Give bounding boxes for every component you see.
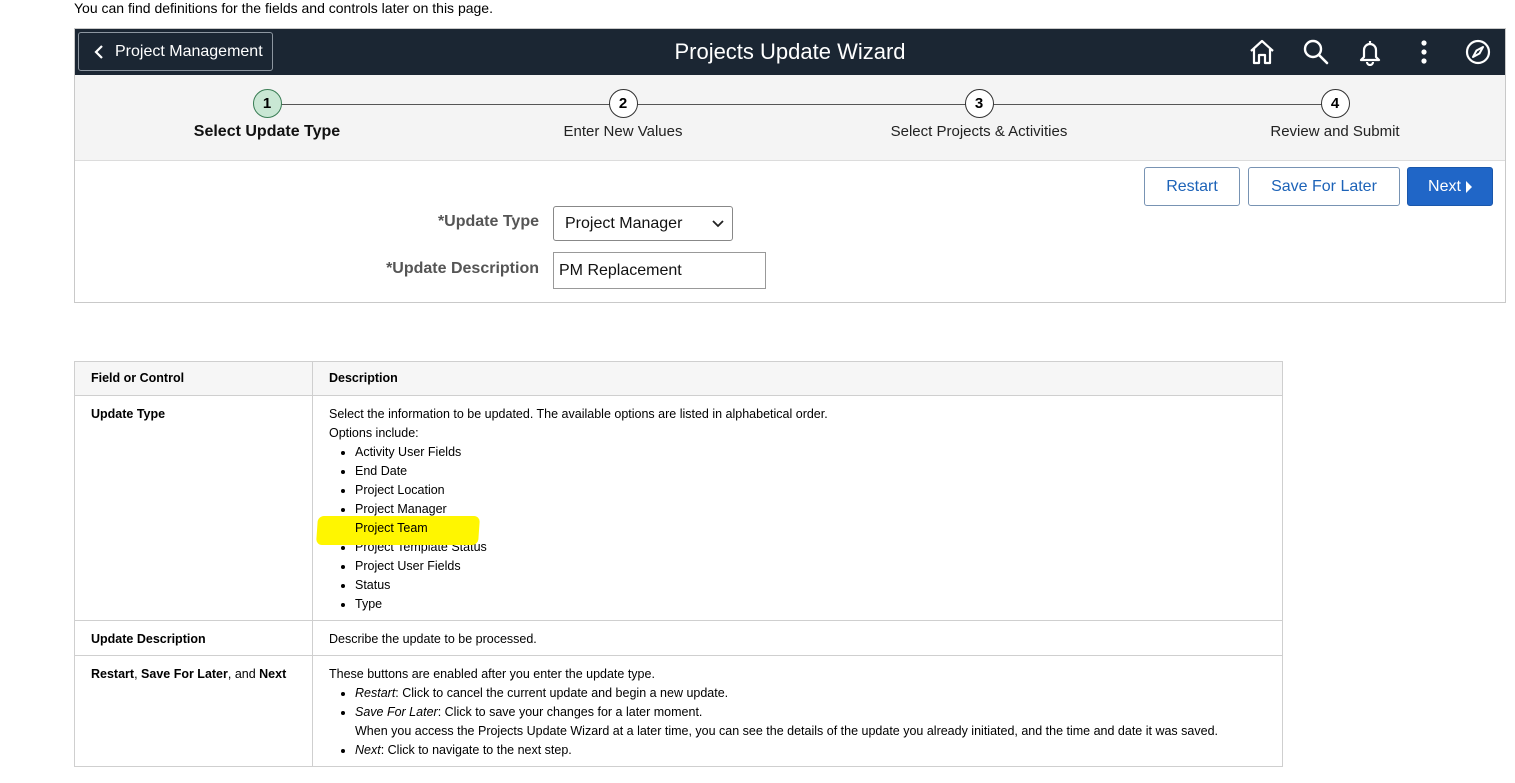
- description-text: These buttons are enabled after you ente…: [329, 667, 655, 681]
- term: Save For Later: [355, 705, 438, 719]
- step-label: Enter New Values: [563, 123, 683, 140]
- wizard-page: Project Management Projects Update Wizar…: [74, 28, 1506, 303]
- update-type-label: *Update Type: [437, 213, 539, 230]
- options-list: Activity User Fields End Date Project Lo…: [329, 443, 1266, 614]
- list-item: Restart: Click to cancel the current upd…: [355, 684, 1266, 703]
- list-item: Activity User Fields: [355, 443, 1266, 462]
- update-description-value: PM Replacement: [559, 261, 682, 279]
- update-description-input[interactable]: PM Replacement: [553, 252, 766, 289]
- field-name-restart: Restart: [91, 667, 135, 681]
- step-enter-new-values[interactable]: 2 Enter New Values: [473, 75, 773, 140]
- list-item: Project Manager: [355, 500, 1266, 519]
- description-text: Options include:: [329, 426, 419, 440]
- list-item: End Date: [355, 462, 1266, 481]
- field-name: Update Description: [74, 620, 313, 656]
- column-header-field: Field or Control: [74, 361, 313, 396]
- table-row: Update Type Select the information to be…: [74, 395, 1283, 621]
- description-text: Select the information to be updated. Th…: [329, 407, 828, 421]
- page-banner: Project Management Projects Update Wizar…: [75, 29, 1505, 75]
- separator: , and: [227, 667, 260, 681]
- field-description: Select the information to be updated. Th…: [312, 395, 1283, 621]
- definitions-table: Field or Control Description Update Type…: [74, 361, 1283, 767]
- field-description: These buttons are enabled after you ente…: [312, 655, 1283, 767]
- list-item: Save For Later: Click to save your chang…: [355, 703, 1266, 741]
- update-type-select[interactable]: Project Manager: [553, 206, 733, 241]
- list-item: Project Template Status: [355, 538, 1266, 557]
- chevron-down-icon: [712, 220, 724, 228]
- step-label: Review and Submit: [1270, 123, 1400, 140]
- step-number: 3: [964, 89, 994, 118]
- term-note: When you access the Projects Update Wiza…: [355, 724, 1218, 738]
- field-name: Restart, Save For Later, and Next: [74, 655, 313, 767]
- step-connector-line: [267, 104, 1335, 105]
- notification-bell-icon[interactable]: [1356, 38, 1384, 66]
- term: Next: [355, 743, 381, 757]
- step-number: 1: [252, 89, 282, 118]
- table-header-row: Field or Control Description: [74, 361, 1283, 396]
- list-item: Project Location: [355, 481, 1266, 500]
- step-label: Select Update Type: [193, 123, 341, 140]
- list-item: Next: Click to navigate to the next step…: [355, 741, 1266, 760]
- list-item-highlighted: Project Team: [355, 519, 1266, 538]
- step-number: 4: [1320, 89, 1350, 118]
- list-item: Type: [355, 595, 1266, 614]
- step-label: Select Projects & Activities: [890, 123, 1068, 140]
- update-type-value: Project Manager: [565, 214, 683, 232]
- caret-right-icon: [1465, 180, 1472, 193]
- navbar-compass-icon[interactable]: [1464, 38, 1492, 66]
- step-review-and-submit[interactable]: 4 Review and Submit: [1185, 75, 1485, 140]
- term-desc: : Click to navigate to the next step.: [380, 743, 572, 757]
- separator: ,: [134, 667, 142, 681]
- term-desc: : Click to cancel the current update and…: [395, 686, 729, 700]
- list-item: Project User Fields: [355, 557, 1266, 576]
- home-icon[interactable]: [1248, 38, 1276, 66]
- table-row: Update Description Describe the update t…: [74, 620, 1283, 656]
- table-row: Restart, Save For Later, and Next These …: [74, 655, 1283, 767]
- step-number: 2: [608, 89, 638, 118]
- step-select-update-type[interactable]: 1 Select Update Type: [117, 75, 417, 141]
- field-name: Update Type: [74, 395, 313, 621]
- save-for-later-button[interactable]: Save For Later: [1248, 167, 1400, 206]
- search-icon[interactable]: [1302, 38, 1330, 66]
- step-select-projects-activities[interactable]: 3 Select Projects & Activities: [829, 75, 1129, 140]
- next-button[interactable]: Next: [1407, 167, 1493, 206]
- restart-button[interactable]: Restart: [1144, 167, 1240, 206]
- term: Restart: [355, 686, 396, 700]
- highlight-marker: Project Team: [355, 521, 428, 535]
- actions-menu-icon[interactable]: [1410, 38, 1438, 66]
- update-description-label: *Update Description: [386, 260, 539, 277]
- field-description: Describe the update to be processed.: [312, 620, 1283, 656]
- banner-toolbar: [1235, 29, 1505, 75]
- term-desc: : Click to save your changes for a later…: [437, 705, 703, 719]
- field-name-next: Next: [259, 667, 287, 681]
- buttons-list: Restart: Click to cancel the current upd…: [329, 684, 1266, 760]
- column-header-description: Description: [312, 361, 1283, 396]
- field-name-save: Save For Later: [141, 667, 228, 681]
- intro-text: You can find definitions for the fields …: [74, 0, 493, 16]
- next-button-label: Next: [1428, 177, 1461, 195]
- step-train: 1 Select Update Type 2 Enter New Values …: [75, 75, 1505, 161]
- list-item: Status: [355, 576, 1266, 595]
